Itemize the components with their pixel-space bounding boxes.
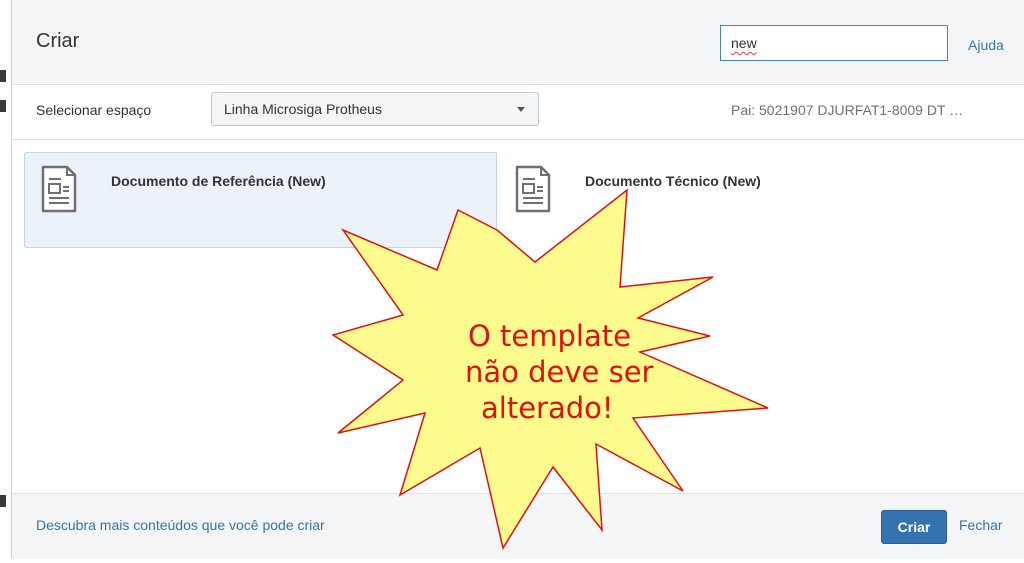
space-select-value: Linha Microsiga Protheus xyxy=(224,101,382,117)
parent-page-text: Pai: 5021907 DJURFAT1-8009 DT … xyxy=(731,102,964,118)
create-dialog: Criar new Ajuda Selecionar espaço Linha … xyxy=(11,0,1024,559)
space-select-dropdown[interactable]: Linha Microsiga Protheus xyxy=(211,92,539,126)
dialog-footer: Descubra mais conteúdos que você pode cr… xyxy=(12,493,1024,559)
background-edge-mark xyxy=(0,100,6,112)
template-card-reference-document[interactable]: Documento de Referência (New) xyxy=(24,152,497,248)
close-link[interactable]: Fechar xyxy=(959,517,1003,533)
space-select-label: Selecionar espaço xyxy=(36,102,152,118)
template-card-technical-document[interactable]: Documento Técnico (New) xyxy=(498,152,971,248)
document-icon xyxy=(41,165,77,213)
discover-more-link[interactable]: Descubra mais conteúdos que você pode cr… xyxy=(36,517,325,533)
help-link[interactable]: Ajuda xyxy=(968,37,1004,53)
chevron-down-icon xyxy=(517,107,525,112)
template-list: Documento de Referência (New) Documento … xyxy=(12,140,1024,493)
dialog-title: Criar xyxy=(36,30,80,52)
search-input-value: new xyxy=(731,35,757,51)
space-selector-row: Selecionar espaço Linha Microsiga Prothe… xyxy=(12,85,1024,140)
create-button[interactable]: Criar xyxy=(881,510,947,544)
document-icon xyxy=(515,165,551,213)
background-edge-mark xyxy=(0,70,6,82)
template-search-input[interactable]: new xyxy=(720,25,948,61)
dialog-header: Criar new Ajuda xyxy=(12,0,1024,85)
template-title: Documento de Referência (New) xyxy=(111,173,326,189)
background-edge-mark xyxy=(0,495,6,507)
template-title: Documento Técnico (New) xyxy=(585,173,761,189)
